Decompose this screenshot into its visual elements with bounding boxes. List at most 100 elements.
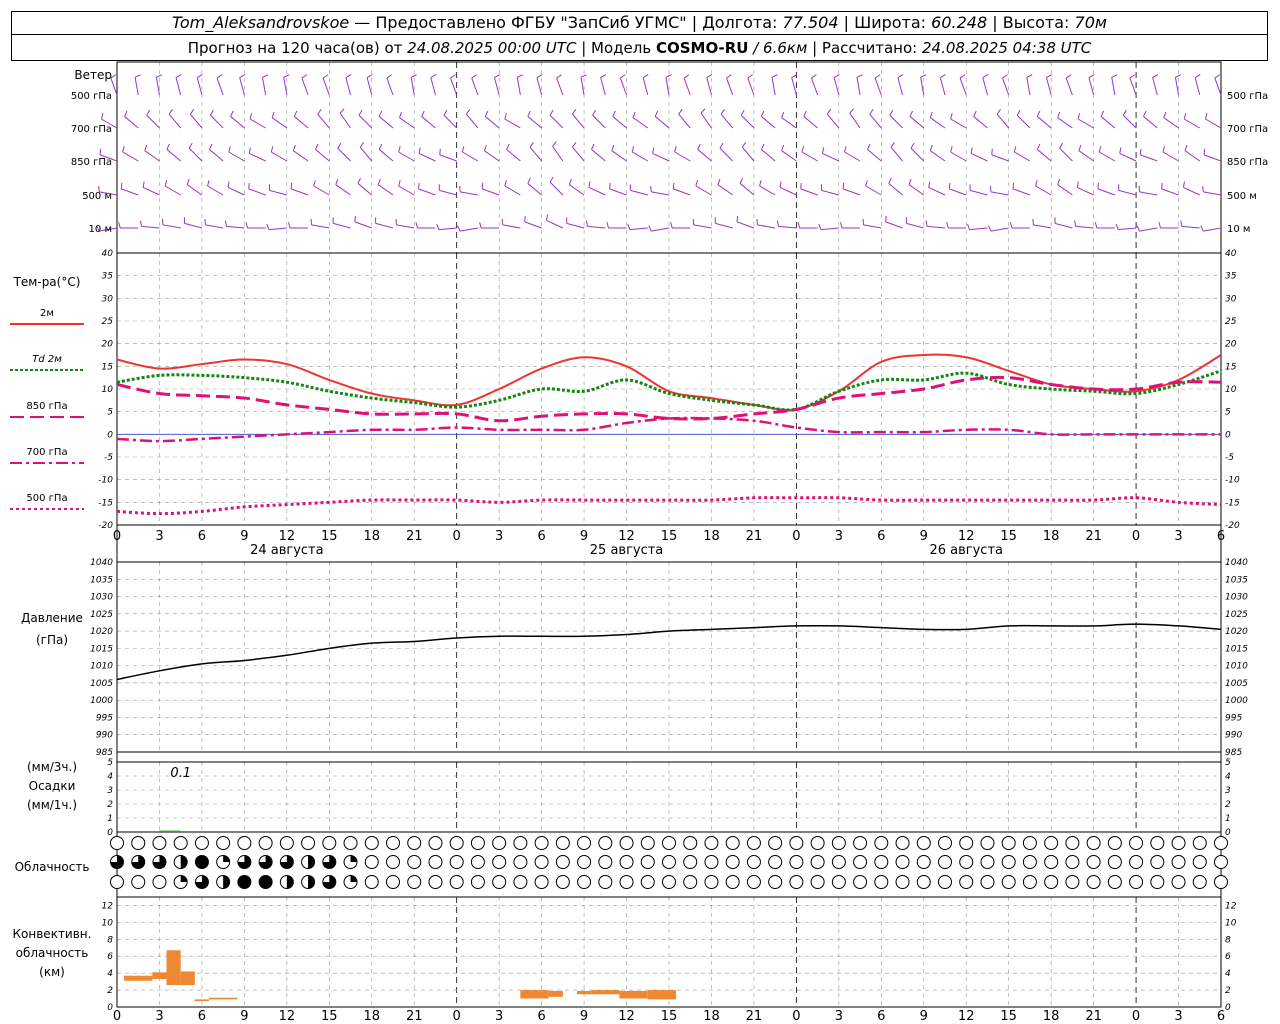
wind-barb: [310, 218, 330, 229]
wind-barb: [1182, 181, 1200, 196]
cloud-symbol: [768, 855, 783, 869]
wind-barb-staff: [1059, 147, 1073, 162]
cloud-symbol-outline: [279, 836, 294, 850]
wind-barb: [1122, 109, 1137, 129]
wind-barb-flag: [354, 215, 356, 222]
wind-barb-flag: [580, 74, 587, 78]
cloud-symbol-fill: [308, 875, 315, 889]
wind-barb-staff: [230, 116, 245, 129]
cloud-symbol: [322, 855, 337, 869]
wind-barb-staff: [1162, 151, 1179, 162]
cloud-symbol: [980, 875, 995, 889]
cloud-symbol: [216, 836, 231, 850]
hour-tick-label: 21: [746, 1009, 763, 1024]
wind-barb-flag: [378, 110, 383, 117]
cloud-symbol-outline: [683, 875, 698, 889]
cloud-symbol-outline: [598, 855, 613, 869]
cloud-symbol-outline: [1065, 875, 1080, 889]
cloud-symbol: [704, 855, 719, 869]
wind-barb-flag: [248, 182, 250, 189]
wind-barb: [1097, 182, 1116, 196]
hour-tick-label: 6: [537, 529, 545, 544]
precip-tick-right: 0: [1225, 828, 1231, 838]
wind-barb: [905, 217, 924, 229]
pressure-tick-left: 1030: [90, 593, 113, 603]
wind-barb-staff: [527, 116, 542, 129]
convective-tick-left: 6: [107, 952, 113, 962]
wind-barb: [665, 74, 672, 96]
pressure-tick-left: 985: [96, 748, 113, 758]
cloud-symbol: [237, 836, 252, 850]
wind-barb-staff: [592, 114, 606, 129]
wind-barb: [801, 146, 818, 162]
wind-barb-staff: [842, 188, 861, 196]
hour-tick-label: 21: [1085, 1009, 1102, 1024]
pressure-tick-right: 1025: [1225, 610, 1248, 620]
wind-barb-flag: [642, 74, 649, 79]
cloud-symbol-outline: [470, 875, 485, 889]
wind-barb-flag: [322, 74, 329, 79]
wind-barb: [797, 222, 818, 229]
wind-barb-staff: [1057, 184, 1073, 196]
wind-barb-flag: [842, 182, 845, 189]
wind-barb: [1203, 148, 1222, 162]
wind-barb-staff: [162, 224, 181, 229]
cloud-symbol-outline: [343, 836, 358, 850]
wind-barb-staff: [759, 185, 776, 196]
wind-barb-staff: [695, 185, 712, 196]
wind-barb-staff: [283, 77, 288, 96]
cloud-symbol: [364, 836, 379, 850]
wind-barb-flag: [1094, 222, 1098, 229]
wind-barb-flag: [568, 178, 572, 185]
wind-barb: [188, 142, 203, 162]
cloud-symbol: [1022, 836, 1037, 850]
wind-barb-flag: [395, 218, 398, 225]
wind-barb-flag: [650, 185, 652, 192]
cloud-symbol: [216, 855, 231, 869]
wind-barb-flag: [481, 182, 484, 189]
cloud-symbol-outline: [810, 855, 825, 869]
wind-barb-flag: [849, 108, 854, 114]
temperature-tick-left: -20: [98, 521, 113, 531]
wind-barb: [1013, 146, 1031, 162]
wind-barb: [290, 182, 309, 196]
wind-barb-staff: [339, 112, 351, 129]
cloud-symbol: [513, 855, 528, 869]
cloud-symbol: [1129, 855, 1144, 869]
wind-barb: [674, 146, 691, 162]
wind-barb: [1026, 74, 1033, 96]
wind-barb: [700, 108, 712, 129]
wind-barb-staff: [821, 189, 839, 196]
wind-barb: [443, 109, 458, 129]
hour-tick-label: 6: [198, 529, 206, 544]
cloud-symbol: [895, 836, 910, 850]
hour-tick-label: 6: [877, 529, 885, 544]
wind-barb-flag: [1098, 146, 1102, 153]
wind-barb: [504, 113, 521, 129]
wind-barb-staff: [527, 183, 542, 196]
wind-barb-staff: [889, 114, 903, 129]
wind-barb: [833, 74, 840, 96]
wind-barb: [245, 222, 266, 229]
wind-barb: [313, 180, 330, 196]
wind-barb-staff: [1140, 154, 1158, 162]
wind-barb-flag: [760, 143, 765, 150]
wind-barb-staff: [715, 222, 733, 229]
wind-barb: [889, 109, 903, 129]
wind-barb: [1094, 222, 1115, 229]
wind-barb-staff: [209, 149, 224, 162]
hour-tick-label: 9: [240, 529, 248, 544]
wind-barb-flag: [1162, 146, 1165, 153]
day-label: 24 августа: [250, 543, 324, 558]
cloud-symbol-outline: [746, 875, 761, 889]
wind-barb: [946, 222, 967, 229]
wind-barb-staff: [261, 77, 267, 96]
wind-barb-flag: [920, 74, 927, 78]
wind-barb: [826, 109, 840, 129]
wind-barb-staff: [580, 77, 585, 96]
cloud-symbol-outline: [598, 836, 613, 850]
cloud-symbol: [577, 855, 592, 869]
pressure-tick-right: 985: [1225, 748, 1242, 758]
wind-barb-flag: [591, 143, 595, 150]
wind-barb-staff: [396, 224, 415, 229]
